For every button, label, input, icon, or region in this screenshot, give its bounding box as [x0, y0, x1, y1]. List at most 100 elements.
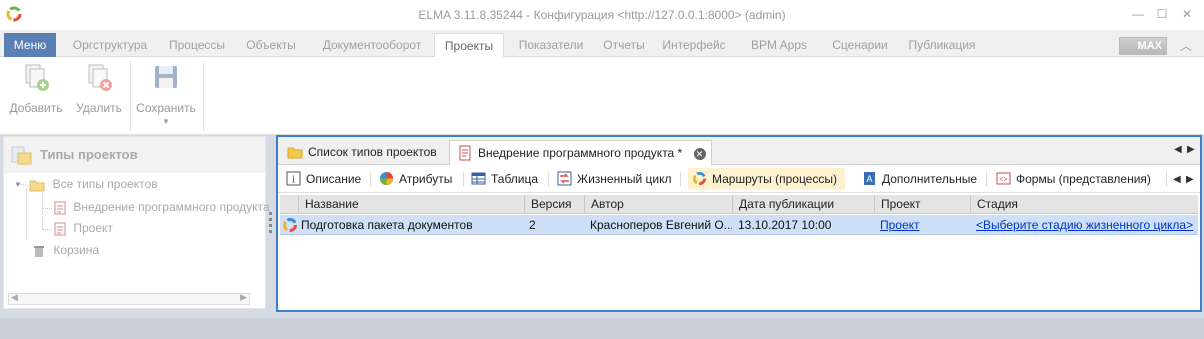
- tab-scenarios[interactable]: Сценарии: [822, 33, 898, 57]
- subtab-table[interactable]: Таблица: [467, 168, 538, 190]
- save-dropdown-icon[interactable]: ▼: [134, 117, 198, 126]
- save-icon: [155, 66, 177, 88]
- tree-item-all-types[interactable]: ▼ Все типы проектов: [14, 175, 158, 193]
- scroll-left-icon[interactable]: ◀: [11, 292, 18, 303]
- project-link[interactable]: Проект: [880, 215, 970, 235]
- folder-icon: [29, 180, 45, 192]
- delete-button[interactable]: Удалить: [74, 63, 124, 115]
- column-header-version[interactable]: Версия: [524, 195, 584, 214]
- column-header-stage[interactable]: Стадия: [970, 195, 1198, 214]
- tabs-scroll-left-icon[interactable]: ◀: [1174, 144, 1182, 155]
- main-document-panel: Список типов проектов Внедрение программ…: [276, 135, 1202, 312]
- splitter-grip: [269, 230, 272, 233]
- tab-label: Внедрение программного продукта *: [478, 146, 683, 160]
- subtabs-scroll-right-icon[interactable]: ▶: [1186, 174, 1194, 185]
- title-bar: ELMA 3.11.8.35244 - Конфигурация <http:/…: [0, 0, 1204, 30]
- tab-orgstructure[interactable]: Оргструктура: [62, 33, 158, 57]
- tab-reports[interactable]: Отчеты: [596, 33, 652, 57]
- subtab-description[interactable]: i Описание: [282, 168, 361, 190]
- tab-objects[interactable]: Объекты: [236, 33, 306, 57]
- delete-label: Удалить: [76, 101, 122, 115]
- subtab-label: Таблица: [491, 172, 539, 186]
- lifecycle-icon: [557, 171, 572, 186]
- header-icon-cell: [280, 195, 298, 214]
- tree-item-label: Все типы проектов: [52, 177, 158, 191]
- close-tab-icon[interactable]: ✕: [693, 147, 706, 160]
- column-header-project[interactable]: Проект: [874, 195, 970, 214]
- close-window-button[interactable]: ✕: [1177, 5, 1197, 23]
- splitter-grip: [269, 212, 272, 215]
- tab-indicators[interactable]: Показатели: [508, 33, 594, 57]
- tab-software-implementation[interactable]: Внедрение программного продукта * ✕: [449, 140, 712, 165]
- add-button[interactable]: Добавить: [8, 63, 64, 115]
- select-stage-link[interactable]: <Выберите стадию жизненного цикла>: [976, 215, 1198, 235]
- subtab-separator: [463, 172, 464, 186]
- tree-item-software-implementation[interactable]: Внедрение программного продукта: [54, 198, 270, 216]
- save-label: Сохранить: [136, 101, 196, 115]
- collapse-ribbon-icon[interactable]: ︿: [1180, 37, 1192, 54]
- tree-connector: [26, 189, 27, 239]
- status-bar: [0, 318, 1204, 339]
- add-icon: [25, 64, 49, 91]
- minimize-button[interactable]: —: [1128, 5, 1148, 23]
- subtab-label: Описание: [306, 172, 362, 186]
- maximize-button[interactable]: ☐: [1152, 5, 1172, 23]
- subtabs-scroll-left-icon[interactable]: ◀: [1173, 174, 1181, 185]
- svg-text:<>: <>: [999, 177, 1007, 185]
- panel-header: Типы проектов: [4, 137, 265, 173]
- subtab-label: Дополнительные: [882, 172, 977, 186]
- tab-project-types-list[interactable]: Список типов проектов: [280, 140, 446, 165]
- delete-icon: [88, 64, 112, 91]
- pie-chart-icon: [379, 171, 394, 186]
- cell-version: 2: [529, 218, 536, 232]
- collapse-icon[interactable]: ▼: [14, 176, 22, 194]
- save-button[interactable]: Сохранить ▼: [134, 63, 198, 126]
- subtab-routes[interactable]: Маршруты (процессы): [688, 168, 845, 190]
- column-header-publish-date[interactable]: Дата публикации: [732, 195, 874, 214]
- subtab-separator: [370, 172, 371, 186]
- entity-sub-tabs: i Описание Атрибуты Таблица Жизненный ци…: [278, 166, 1200, 193]
- tabs-scroll-right-icon[interactable]: ▶: [1187, 144, 1195, 155]
- horizontal-scrollbar[interactable]: ◀ ▶: [8, 292, 250, 305]
- tab-processes[interactable]: Процессы: [160, 33, 234, 57]
- folder-icon: [287, 147, 303, 159]
- panel-splitter[interactable]: [268, 136, 274, 309]
- tab-document-flow[interactable]: Документооборот: [310, 33, 434, 57]
- table-row[interactable]: Подготовка пакета документов 2 Краснопер…: [280, 215, 1198, 235]
- svg-text:i: i: [292, 175, 295, 186]
- menu-button[interactable]: Меню: [4, 33, 56, 57]
- subtab-attributes[interactable]: Атрибуты: [375, 168, 452, 190]
- ribbon-toolbar: Добавить Удалить Сохранить ▼: [0, 57, 1204, 135]
- splitter-grip: [269, 218, 272, 221]
- tree-item-trash[interactable]: Корзина: [32, 241, 99, 259]
- tab-projects[interactable]: Проекты: [434, 33, 504, 58]
- tab-publishing[interactable]: Публикация: [900, 33, 984, 57]
- max-badge: MAX: [1119, 37, 1167, 55]
- tab-interface[interactable]: Интерфейс: [656, 33, 732, 57]
- cell-publish-date: 13.10.2017 10:00: [738, 218, 832, 232]
- subtab-label: Атрибуты: [399, 172, 453, 186]
- window-title: ELMA 3.11.8.35244 - Конфигурация <http:/…: [418, 8, 786, 22]
- tree-item-label: Корзина: [53, 243, 100, 257]
- cell-author: Красноперов Евгений О...: [590, 218, 732, 232]
- project-types-panel: Типы проектов ▼ Все типы проектов Внедре…: [3, 136, 270, 309]
- column-header-name[interactable]: Название: [298, 195, 524, 214]
- document-icon: [54, 201, 66, 215]
- process-icon: [283, 218, 297, 232]
- subtab-additional[interactable]: A Дополнительные: [858, 168, 977, 190]
- document-icon: [459, 145, 471, 161]
- tree-item-label: Проект: [73, 221, 113, 235]
- subtab-label: Жизненный цикл: [577, 172, 672, 186]
- document-tab-bar: Список типов проектов Внедрение программ…: [278, 137, 1200, 165]
- splitter-grip: [269, 224, 272, 227]
- code-icon: <>: [996, 172, 1011, 185]
- subtab-forms[interactable]: <> Формы (представления): [992, 168, 1151, 190]
- panel-title: Типы проектов: [40, 147, 138, 162]
- scroll-right-icon[interactable]: ▶: [240, 292, 247, 303]
- subtab-lifecycle[interactable]: Жизненный цикл: [553, 168, 671, 190]
- svg-text:A: A: [866, 174, 872, 184]
- tab-bpm-apps[interactable]: BPM Apps: [740, 33, 818, 57]
- column-header-author[interactable]: Автор: [584, 195, 732, 214]
- document-letter-icon: A: [864, 172, 875, 185]
- tree-item-project[interactable]: Проект: [54, 219, 113, 237]
